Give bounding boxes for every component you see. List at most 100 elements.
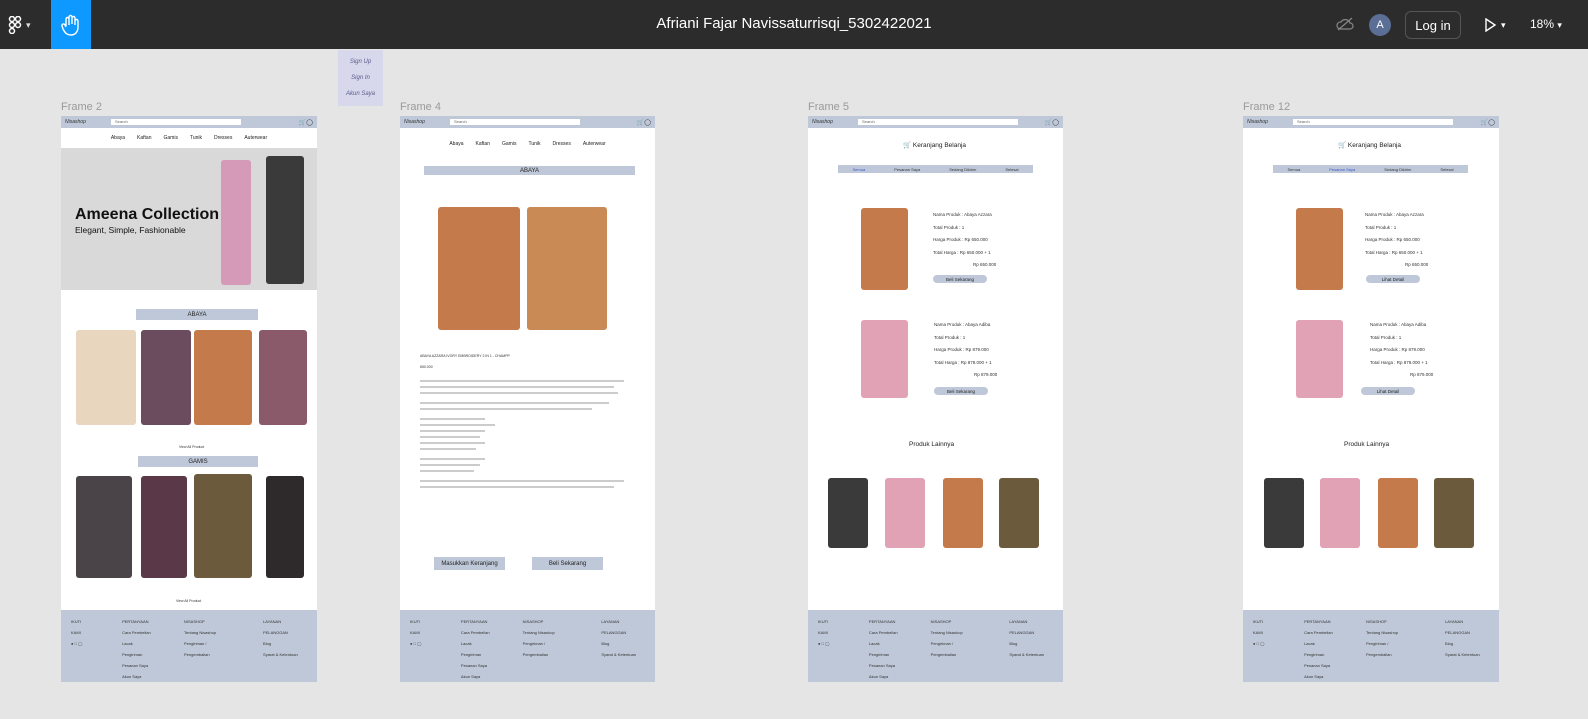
product-image[interactable] <box>194 330 252 425</box>
frame-4[interactable]: Nisashop Search 🛒◯ Abaya Kaftan Gamis Tu… <box>400 116 655 682</box>
product-image[interactable] <box>259 330 307 425</box>
product-image[interactable] <box>76 330 136 425</box>
product-image[interactable] <box>828 478 868 548</box>
footer-link[interactable]: Syarat & Ketentuan <box>1445 649 1489 660</box>
product-image[interactable] <box>141 330 191 425</box>
nav-item[interactable]: Gamis <box>164 135 178 141</box>
nav-item[interactable]: Tunik <box>528 141 540 147</box>
tab-semua[interactable]: Semua <box>1288 167 1301 172</box>
view-detail-button[interactable]: Lihat Detail <box>1366 275 1420 283</box>
footer-link[interactable]: Cara Pembelian <box>869 627 901 638</box>
nav-item[interactable]: Dresses <box>214 135 232 141</box>
tab-sedang-dikirim[interactable]: Sedang Dikirim <box>1384 167 1411 172</box>
zoom-level[interactable]: 18% ▾ <box>1530 17 1562 31</box>
footer-link[interactable]: Pesanan Saya <box>1304 660 1336 671</box>
cart-item-image[interactable] <box>861 320 908 398</box>
search-input[interactable]: Search <box>858 119 1018 125</box>
add-to-cart-button[interactable]: Masukkan Keranjang <box>434 557 505 570</box>
tab-pesanan-saya[interactable]: Pesanan Saya <box>1329 167 1355 172</box>
tab-selesai[interactable]: Selesai <box>1005 167 1018 172</box>
footer-link[interactable]: Tentang Nisashop <box>523 627 572 638</box>
frame-2[interactable]: Nisashop Search 🛒◯ Abaya Kaftan Gamis Tu… <box>61 116 317 682</box>
footer-link[interactable]: Tentang Nisashop <box>1366 627 1415 638</box>
nav-item[interactable]: Abaya <box>111 135 125 141</box>
view-detail-button[interactable]: Lihat Detail <box>1361 387 1415 395</box>
product-image[interactable] <box>1434 478 1474 548</box>
footer-link[interactable]: Pesanan Saya <box>869 660 901 671</box>
nav-item[interactable]: Kaftan <box>476 141 490 147</box>
nav-item[interactable]: Auterwear <box>244 135 267 141</box>
nav-item[interactable]: Dresses <box>553 141 571 147</box>
product-image[interactable] <box>194 474 252 578</box>
frame-label[interactable]: Frame 4 <box>400 101 441 113</box>
buy-now-button[interactable]: Beli Sekarang <box>934 387 988 395</box>
search-input[interactable]: Search <box>1293 119 1453 125</box>
tab-sedang-dikirim[interactable]: Sedang Dikirim <box>949 167 976 172</box>
nav-item[interactable]: Auterwear <box>583 141 606 147</box>
buy-now-button[interactable]: Beli Sekarang <box>532 557 603 570</box>
view-all-link[interactable]: View All Product <box>176 599 201 604</box>
nav-item[interactable]: Tunik <box>190 135 202 141</box>
tab-selesai[interactable]: Selesai <box>1440 167 1453 172</box>
nav-item[interactable]: Abaya <box>449 141 463 147</box>
product-image[interactable] <box>1378 478 1418 548</box>
footer-link[interactable]: Syarat & Ketentuan <box>263 649 307 660</box>
footer-link[interactable]: Tentang Nisashop <box>184 627 233 638</box>
cart-item-image[interactable] <box>861 208 908 290</box>
nav-item[interactable]: Gamis <box>502 141 516 147</box>
footer-link[interactable]: Blog <box>1445 638 1489 649</box>
product-image[interactable] <box>141 476 187 578</box>
footer-link[interactable]: Syarat & Ketentuan <box>1009 649 1053 660</box>
product-image[interactable] <box>943 478 983 548</box>
log-in-button[interactable]: Log in <box>1405 11 1461 39</box>
product-image[interactable] <box>438 207 520 330</box>
footer-link[interactable]: Syarat & Ketentuan <box>601 649 645 660</box>
view-all-link[interactable]: View All Product <box>179 445 204 450</box>
footer-link[interactable]: Lacak Pengiriman <box>869 638 901 660</box>
product-image[interactable] <box>885 478 925 548</box>
footer-link[interactable]: Akun Saya <box>461 671 493 682</box>
social-icons[interactable]: ● □ ◯ <box>410 638 431 649</box>
tab-semua[interactable]: Semua <box>853 167 866 172</box>
cart-icon[interactable]: 🛒◯ <box>1045 119 1059 126</box>
footer-link[interactable]: Akun Saya <box>869 671 901 682</box>
footer-link[interactable]: Pesanan Saya <box>122 660 154 671</box>
avatar[interactable]: A <box>1369 14 1391 36</box>
cart-item-image[interactable] <box>1296 320 1343 398</box>
footer-link[interactable]: Pengiriman / Pengembalian <box>184 638 233 660</box>
product-image[interactable] <box>1264 478 1304 548</box>
product-image[interactable] <box>266 476 304 578</box>
frame-label[interactable]: Frame 2 <box>61 101 102 113</box>
product-image[interactable] <box>76 476 132 578</box>
footer-link[interactable]: Pesanan Saya <box>461 660 493 671</box>
frame-5[interactable]: Nisashop Search 🛒◯ 🛒 Keranjang Belanja S… <box>808 116 1063 682</box>
nav-item[interactable]: Kaftan <box>137 135 151 141</box>
buy-now-button[interactable]: Beli Sekarang <box>933 275 987 283</box>
cart-icon[interactable]: 🛒◯ <box>299 119 313 126</box>
frame-label[interactable]: Frame 12 <box>1243 101 1290 113</box>
footer-link[interactable]: Cara Pembelian <box>461 627 493 638</box>
frame-label[interactable]: Frame 5 <box>808 101 849 113</box>
footer-link[interactable]: Pengiriman / Pengembalian <box>523 638 572 660</box>
cart-item-image[interactable] <box>1296 208 1343 290</box>
footer-link[interactable]: Lacak Pengiriman <box>1304 638 1336 660</box>
cart-icon[interactable]: 🛒◯ <box>1481 119 1495 126</box>
footer-link[interactable]: Lacak Pengiriman <box>461 638 493 660</box>
footer-link[interactable]: Akun Saya <box>122 671 154 682</box>
cart-icon[interactable]: 🛒◯ <box>637 119 651 126</box>
present-button[interactable]: ▾ <box>1483 16 1513 34</box>
product-image[interactable] <box>999 478 1039 548</box>
footer-link[interactable]: Cara Pembelian <box>122 627 154 638</box>
dropdown-item-akun-saya[interactable]: Akun Saya <box>338 86 383 102</box>
tab-pesanan-saya[interactable]: Pesanan Saya <box>894 167 920 172</box>
search-input[interactable]: Search <box>450 119 580 125</box>
dropdown-item-sign-in[interactable]: Sign In <box>338 70 383 86</box>
social-icons[interactable]: ● □ ◯ <box>818 638 839 649</box>
footer-link[interactable]: Akun Saya <box>1304 671 1336 682</box>
footer-link[interactable]: Lacak Pengiriman <box>122 638 154 660</box>
social-icons[interactable]: ● □ ◯ <box>1253 638 1274 649</box>
footer-link[interactable]: Blog <box>263 638 307 649</box>
footer-link[interactable]: Pengiriman / Pengembalian <box>1366 638 1415 660</box>
dropdown-item-sign-up[interactable]: Sign Up <box>338 54 383 70</box>
product-image[interactable] <box>527 207 607 330</box>
